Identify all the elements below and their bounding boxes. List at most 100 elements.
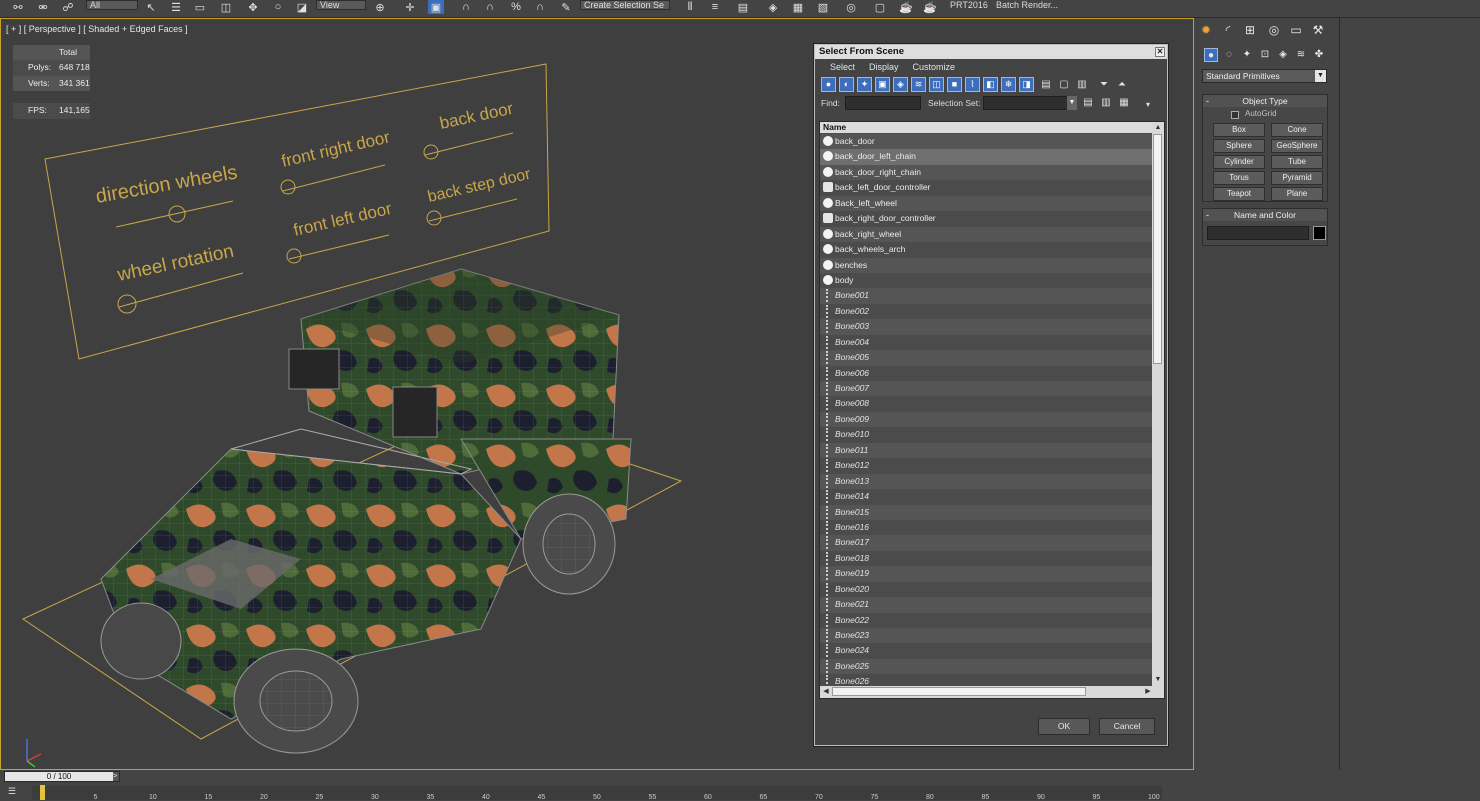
list-item[interactable]: body — [820, 272, 1153, 289]
list-item[interactable]: Bone006 — [820, 365, 1153, 381]
menu-display[interactable]: Display — [862, 59, 906, 75]
horizontal-scrollbar[interactable]: ◀ ▶ — [820, 686, 1164, 698]
lights-icon[interactable]: ✦ — [1240, 48, 1254, 62]
snap-toggle-icon[interactable]: ∩ — [458, 0, 474, 14]
schematic-view-icon[interactable]: ▦ — [790, 0, 806, 14]
manipulate-icon[interactable]: ✛ — [402, 0, 418, 14]
list-item[interactable]: Bone010 — [820, 427, 1153, 443]
display-spacewarps-icon[interactable]: ≋ — [911, 77, 926, 92]
list-item[interactable]: Bone009 — [820, 411, 1153, 428]
create-selection-set-icon[interactable]: ▤ — [1081, 95, 1095, 110]
list-item[interactable]: Bone024 — [820, 643, 1153, 659]
mirror-icon[interactable]: ⫴ — [682, 0, 698, 14]
motion-tab-icon[interactable]: ◎ — [1266, 22, 1282, 38]
list-item[interactable]: Back_left_wheel — [820, 195, 1153, 212]
list-item[interactable]: back_door_left_chain — [820, 149, 1153, 165]
hierarchy-tab-icon[interactable]: ⊞ — [1242, 22, 1258, 38]
link-icon[interactable]: ⚯ — [10, 0, 26, 14]
utilities-tab-icon[interactable]: ⚒ — [1310, 22, 1326, 38]
close-icon[interactable]: ✕ — [1155, 47, 1165, 57]
vertical-scroll-thumb[interactable] — [1153, 134, 1162, 364]
cone-button[interactable]: Cone — [1271, 123, 1323, 137]
display-cameras-icon[interactable]: ▣ — [875, 77, 890, 92]
spacewarps-icon[interactable]: ≋ — [1294, 48, 1308, 62]
keyboard-shortcut-icon[interactable]: ▣ — [428, 0, 444, 14]
list-item[interactable]: Bone008 — [820, 396, 1153, 412]
material-editor-icon[interactable]: ▧ — [815, 0, 831, 14]
bind-space-warp-icon[interactable]: ☍ — [60, 0, 76, 14]
rotate-icon[interactable]: ○ — [270, 0, 286, 14]
list-item[interactable]: Bone025 — [820, 658, 1153, 675]
autogrid-checkbox[interactable] — [1231, 111, 1239, 119]
selection-filter-dropdown[interactable]: All — [86, 0, 138, 10]
display-bones-icon[interactable]: ⌇ — [965, 77, 980, 92]
object-category-dropdown[interactable]: Standard Primitives ▼ — [1202, 69, 1327, 83]
scale-icon[interactable]: ◪ — [294, 0, 310, 14]
rendered-frame-icon[interactable]: ▢ — [872, 0, 888, 14]
display-frozen-icon[interactable]: ❄ — [1001, 77, 1016, 92]
display-lights-icon[interactable]: ✦ — [857, 77, 872, 92]
shapes-icon[interactable]: ◌ — [1222, 48, 1236, 62]
list-item[interactable]: back_door_right_chain — [820, 164, 1153, 181]
list-item[interactable]: Bone014 — [820, 489, 1153, 505]
vertical-scrollbar[interactable]: ▲ ▼ — [1152, 122, 1164, 686]
scroll-up-icon[interactable]: ▲ — [1153, 123, 1163, 133]
reference-coord-dropdown[interactable]: View — [316, 0, 366, 10]
menu-customize[interactable]: Customize — [906, 59, 963, 75]
systems-icon[interactable]: ✤ — [1312, 48, 1326, 62]
chevron-down-icon[interactable]: ▼ — [1067, 96, 1077, 110]
ok-button[interactable]: OK — [1038, 718, 1090, 735]
teapot-button[interactable]: Teapot — [1213, 187, 1265, 201]
prt-button[interactable]: PRT2016 — [950, 0, 988, 10]
batch-render-button[interactable]: Batch Render... — [996, 0, 1058, 10]
list-item[interactable]: Bone022 — [820, 612, 1153, 628]
horizontal-scroll-thumb[interactable] — [832, 687, 1086, 696]
remove-selection-set-icon[interactable]: ▦ — [1117, 95, 1131, 110]
display-none-icon[interactable]: ▢ — [1057, 77, 1071, 92]
list-item[interactable]: back_door — [820, 134, 1153, 150]
list-item[interactable]: Bone019 — [820, 566, 1153, 582]
display-shapes-icon[interactable]: ◐ — [839, 77, 854, 92]
list-item[interactable]: benches — [820, 257, 1153, 273]
display-invert-icon[interactable]: ▥ — [1075, 77, 1089, 92]
object-name-field[interactable] — [1207, 226, 1309, 240]
spinner-snap-icon[interactable]: ∩ — [532, 0, 548, 14]
rect-selection-icon[interactable]: ▭ — [192, 0, 208, 14]
box-button[interactable]: Box — [1213, 123, 1265, 137]
select-by-name-icon[interactable]: ☰ — [168, 0, 184, 14]
cameras-icon[interactable]: ⊡ — [1258, 48, 1272, 62]
sphere-button[interactable]: Sphere — [1213, 139, 1265, 153]
name-and-color-header[interactable]: - Name and Color — [1203, 209, 1327, 221]
cylinder-button[interactable]: Cylinder — [1213, 155, 1265, 169]
create-tab-icon[interactable]: ✹ — [1198, 22, 1214, 38]
helpers-icon[interactable]: ◈ — [1276, 48, 1290, 62]
render-setup-icon[interactable]: ◎ — [843, 0, 859, 14]
list-item[interactable]: back_wheels_arch — [820, 242, 1153, 258]
select-object-icon[interactable]: ↖ — [143, 0, 159, 14]
scroll-left-icon[interactable]: ◀ — [821, 687, 831, 697]
align-icon[interactable]: ≡ — [707, 0, 723, 14]
object-type-header[interactable]: - Object Type — [1203, 95, 1327, 107]
curve-editor-icon[interactable]: ◈ — [765, 0, 781, 14]
viewport-label[interactable]: [ + ] [ Perspective ] [ Shaded + Edged F… — [6, 24, 188, 34]
time-slider[interactable]: 0 / 100 > — [4, 771, 120, 782]
filter-options-icon[interactable]: ⏶ — [1115, 77, 1129, 92]
pivot-icon[interactable]: ⊕ — [372, 0, 388, 14]
geometry-icon[interactable]: ● — [1204, 48, 1218, 62]
display-helpers-icon[interactable]: ◈ — [893, 77, 908, 92]
scroll-down-icon[interactable]: ▼ — [1153, 675, 1163, 685]
display-geometry-icon[interactable]: ● — [821, 77, 836, 92]
list-item[interactable]: Bone002 — [820, 303, 1153, 320]
filter-icon[interactable]: ⏷ — [1097, 77, 1111, 92]
list-item[interactable]: Bone013 — [820, 473, 1153, 490]
tube-button[interactable]: Tube — [1271, 155, 1323, 169]
list-item[interactable]: Bone023 — [820, 628, 1153, 644]
collapse-icon[interactable]: - — [1206, 209, 1209, 221]
list-item[interactable]: back_right_wheel — [820, 226, 1153, 243]
list-item[interactable]: Bone004 — [820, 334, 1153, 351]
edit-selection-set-icon[interactable]: ▥ — [1099, 95, 1113, 110]
modify-tab-icon[interactable]: ◜ — [1220, 22, 1236, 38]
list-item[interactable]: Bone011 — [820, 442, 1153, 459]
list-item[interactable]: Bone005 — [820, 350, 1153, 366]
display-hidden-icon[interactable]: ◨ — [1019, 77, 1034, 92]
